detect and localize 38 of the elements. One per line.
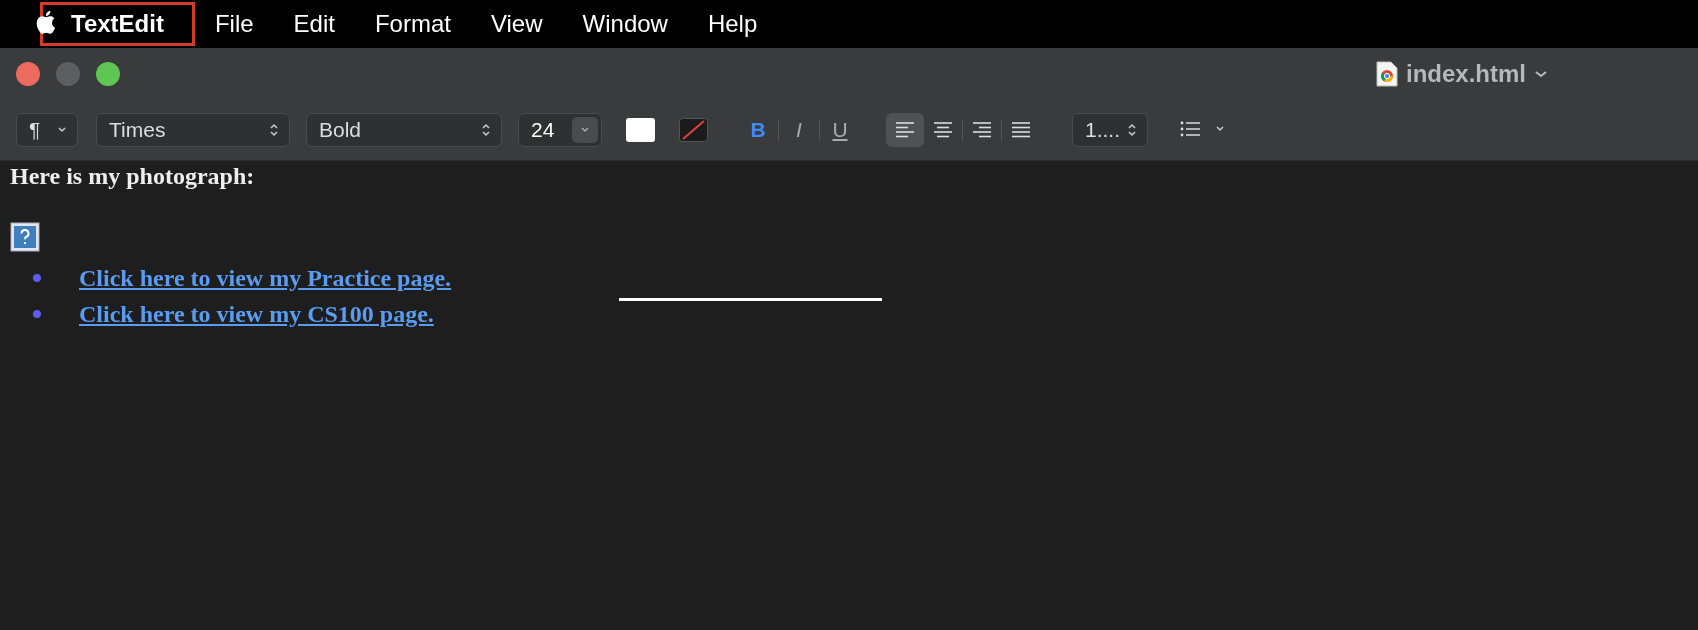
style-button[interactable]: I	[779, 117, 819, 143]
broken-image-icon	[10, 222, 40, 252]
page-link[interactable]: Click here to view my CS100 page.	[79, 300, 434, 328]
apple-logo-icon[interactable]	[34, 9, 56, 35]
up-down-chevron-icon	[1127, 122, 1137, 138]
page-link[interactable]: Click here to view my Practice page.	[79, 264, 452, 292]
font-size-combo[interactable]: 24	[518, 113, 602, 147]
typeface-popup[interactable]: Bold	[306, 113, 502, 147]
paragraph-style-popup[interactable]: ¶	[16, 113, 78, 147]
up-down-chevron-icon	[269, 122, 279, 138]
text-align-icon	[932, 121, 954, 139]
bullet-icon	[33, 310, 41, 318]
menu-item[interactable]: TextEdit	[40, 2, 195, 46]
text-color-well[interactable]	[626, 118, 655, 142]
menu-item[interactable]: Help	[687, 2, 778, 46]
menu-item[interactable]: Edit	[273, 2, 355, 46]
close-button[interactable]	[16, 62, 40, 86]
text-align-icon	[971, 121, 993, 139]
chevron-down-icon	[580, 126, 590, 134]
chevron-down-icon	[57, 126, 67, 134]
style-button[interactable]: U	[820, 117, 860, 143]
font-family-popup[interactable]: Times	[96, 113, 290, 147]
menu-item[interactable]: Format	[354, 2, 471, 46]
html-file-icon	[1376, 61, 1398, 87]
background-color-icon[interactable]	[679, 118, 708, 142]
menu-item[interactable]: View	[470, 2, 563, 46]
text-align-icon	[1010, 121, 1032, 139]
line-spacing-popup[interactable]: 1....	[1072, 113, 1148, 147]
bullet-icon	[33, 274, 41, 282]
text-align-icon	[894, 121, 916, 139]
document-heading: Here is my photograph:	[10, 163, 256, 190]
menu-item[interactable]: Window	[562, 2, 688, 46]
zoom-button[interactable]	[96, 62, 120, 86]
menu-item[interactable]: File	[194, 2, 274, 46]
align-left-button[interactable]	[886, 113, 924, 147]
chevron-down-icon[interactable]	[1534, 69, 1548, 79]
window-title: index.html	[1406, 60, 1526, 88]
up-down-chevron-icon	[481, 122, 491, 138]
